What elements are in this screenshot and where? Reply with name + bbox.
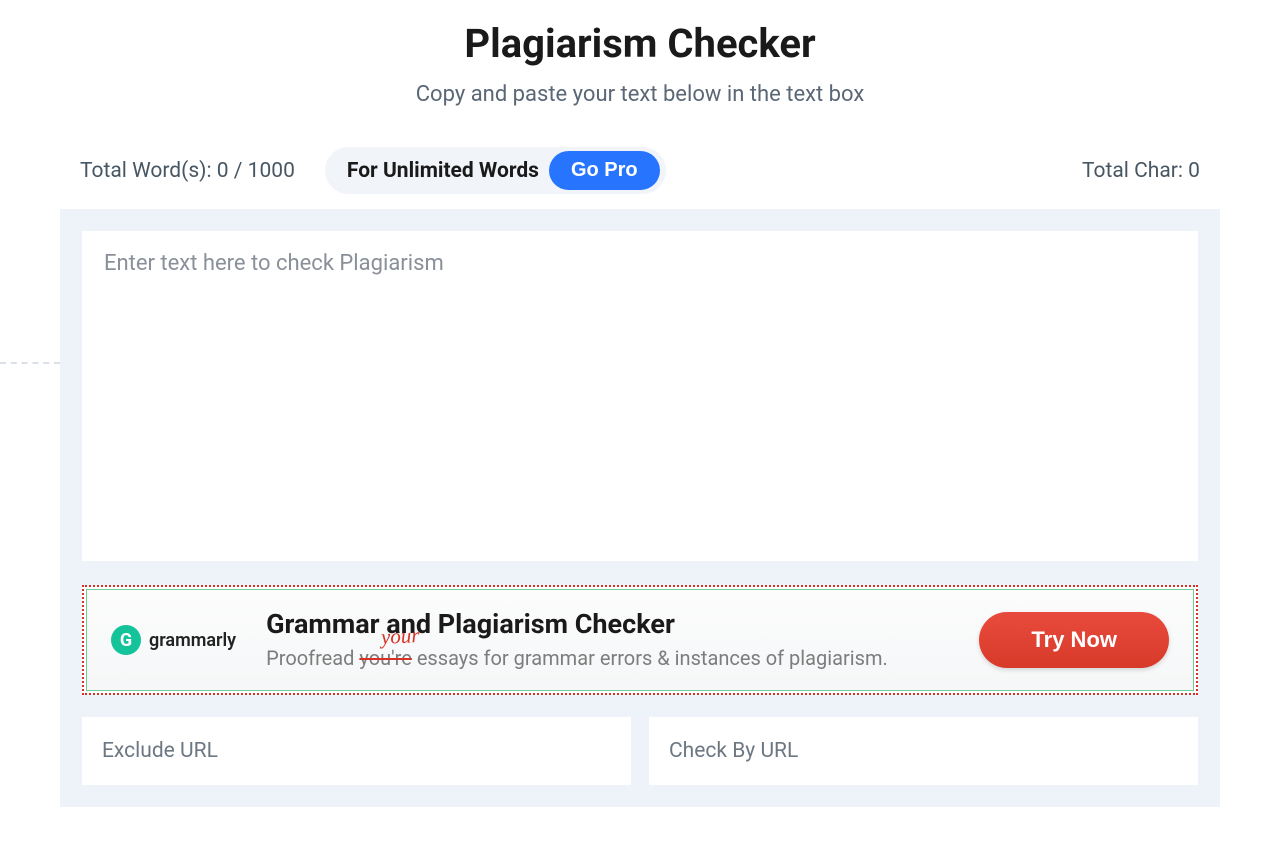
ad-title: Grammar and Plagiarism Checker (266, 608, 949, 640)
ad-description: your Proofread you're essays for grammar… (266, 644, 949, 672)
unlimited-words-label: For Unlimited Words (347, 159, 539, 183)
page-subtitle: Copy and paste your text below in the te… (60, 82, 1220, 107)
check-by-url-input[interactable] (649, 717, 1198, 785)
ad-desc-suffix: essays for grammar errors & instances of… (412, 646, 888, 670)
page-header: Plagiarism Checker Copy and paste your t… (60, 0, 1220, 137)
ad-inner: G grammarly Grammar and Plagiarism Check… (86, 589, 1194, 691)
ad-banner[interactable]: G grammarly Grammar and Plagiarism Check… (82, 585, 1198, 695)
tool-area: G grammarly Grammar and Plagiarism Check… (60, 209, 1220, 807)
grammarly-brand-text: grammarly (149, 630, 236, 651)
exclude-url-input[interactable] (82, 717, 631, 785)
ad-desc-strikethrough: you're (359, 646, 411, 670)
ad-desc-prefix: Proofread (266, 646, 359, 670)
decorative-dashes (0, 362, 60, 370)
page-title: Plagiarism Checker (60, 20, 1220, 67)
unlimited-pill: For Unlimited Words Go Pro (325, 147, 666, 194)
url-inputs-row (82, 717, 1198, 785)
stats-row: Total Word(s): 0 / 1000 For Unlimited Wo… (60, 137, 1220, 209)
try-now-button[interactable]: Try Now (979, 612, 1169, 668)
plagiarism-text-input[interactable] (82, 231, 1198, 561)
stats-left: Total Word(s): 0 / 1000 For Unlimited Wo… (80, 147, 666, 194)
word-count-label: Total Word(s): 0 / 1000 (80, 159, 295, 183)
grammarly-icon: G (111, 625, 141, 655)
ad-content: Grammar and Plagiarism Checker your Proo… (266, 608, 949, 672)
go-pro-button[interactable]: Go Pro (549, 151, 660, 190)
ad-brand-logo: G grammarly (111, 625, 236, 655)
char-count-label: Total Char: 0 (1082, 159, 1200, 183)
